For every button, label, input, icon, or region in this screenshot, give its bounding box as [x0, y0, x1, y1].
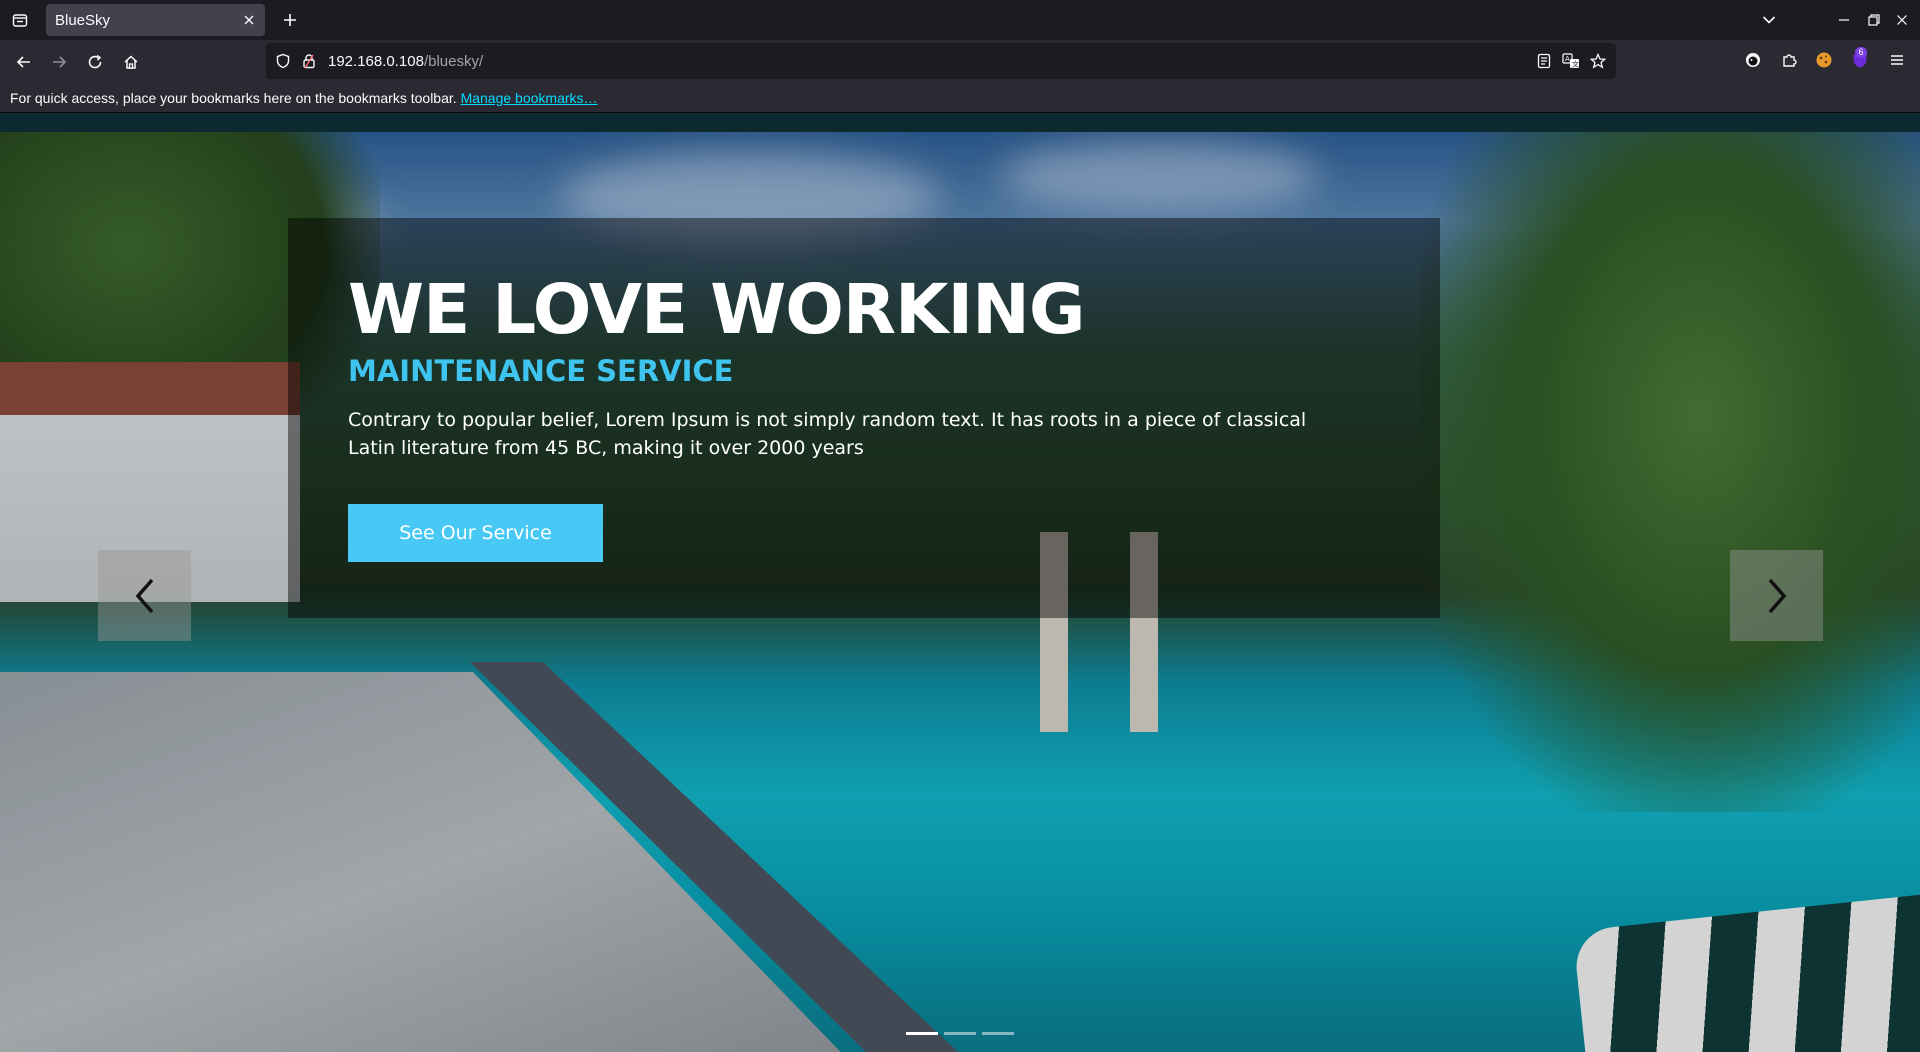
star-icon[interactable] — [1589, 52, 1607, 70]
chevron-right-icon — [1768, 578, 1786, 613]
close-icon[interactable] — [241, 12, 257, 28]
lock-icon[interactable] — [300, 52, 318, 70]
url-bar[interactable]: 192.168.0.108/bluesky/ A文 — [266, 43, 1616, 79]
chevron-down-icon[interactable] — [1757, 8, 1781, 32]
bookmarks-hint: For quick access, place your bookmarks h… — [10, 90, 457, 106]
manage-bookmarks-link[interactable]: Manage bookmarks… — [461, 90, 598, 106]
carousel-next-button[interactable] — [1730, 550, 1823, 641]
forward-icon[interactable] — [45, 48, 73, 76]
carousel-indicator[interactable] — [944, 1032, 976, 1035]
carousel-indicators — [906, 1032, 1014, 1035]
carousel-indicator[interactable] — [982, 1032, 1014, 1035]
minimize-icon[interactable] — [1832, 8, 1856, 32]
extension-badge: 6 — [1855, 47, 1867, 58]
bookmarks-toolbar: For quick access, place your bookmarks h… — [0, 82, 1920, 113]
url-text[interactable]: 192.168.0.108/bluesky/ — [328, 53, 483, 70]
url-host: 192.168.0.108 — [328, 53, 424, 70]
carousel-indicator[interactable] — [906, 1032, 938, 1035]
reload-icon[interactable] — [81, 48, 109, 76]
home-icon[interactable] — [117, 48, 145, 76]
puzzle-icon[interactable] — [1778, 49, 1800, 71]
hero-headline: WE LOVE WORKING — [348, 270, 1086, 350]
hero-caption: WE LOVE WORKING MAINTENANCE SERVICE Cont… — [288, 218, 1440, 618]
shield-icon[interactable] — [274, 52, 292, 70]
cookie-icon[interactable] — [1813, 49, 1835, 71]
plus-icon[interactable] — [278, 8, 302, 32]
back-icon[interactable] — [10, 48, 38, 76]
hero-carousel: WE LOVE WORKING MAINTENANCE SERVICE Cont… — [0, 132, 1920, 1052]
extension-icon[interactable] — [1742, 49, 1764, 71]
tab-list-icon[interactable] — [8, 8, 32, 32]
menu-icon[interactable] — [1886, 49, 1908, 71]
navigation-toolbar: 192.168.0.108/bluesky/ A文 6 — [0, 40, 1920, 82]
hero-subheadline: MAINTENANCE SERVICE — [348, 354, 734, 388]
header-strip — [0, 113, 1920, 132]
hero-description: Contrary to popular belief, Lorem Ipsum … — [348, 409, 1307, 459]
svg-text:文: 文 — [1572, 60, 1579, 69]
browser-tab[interactable]: BlueSky — [46, 4, 265, 36]
tab-bar: BlueSky — [0, 0, 1920, 40]
see-our-service-button[interactable]: See Our Service — [348, 504, 603, 562]
url-path: /bluesky/ — [423, 53, 484, 70]
restore-icon[interactable] — [1862, 8, 1886, 32]
bookmarks-message: For quick access, place your bookmarks h… — [10, 90, 598, 106]
reader-view-icon[interactable] — [1535, 52, 1553, 70]
chevron-left-icon — [135, 578, 153, 613]
tab-title: BlueSky — [55, 12, 111, 29]
carousel-prev-button[interactable] — [98, 550, 191, 641]
svg-text:A: A — [1565, 55, 1570, 63]
close-window-icon[interactable] — [1890, 8, 1914, 32]
web-page: WE LOVE WORKING MAINTENANCE SERVICE Cont… — [0, 113, 1920, 1052]
translate-icon[interactable]: A文 — [1562, 52, 1580, 70]
